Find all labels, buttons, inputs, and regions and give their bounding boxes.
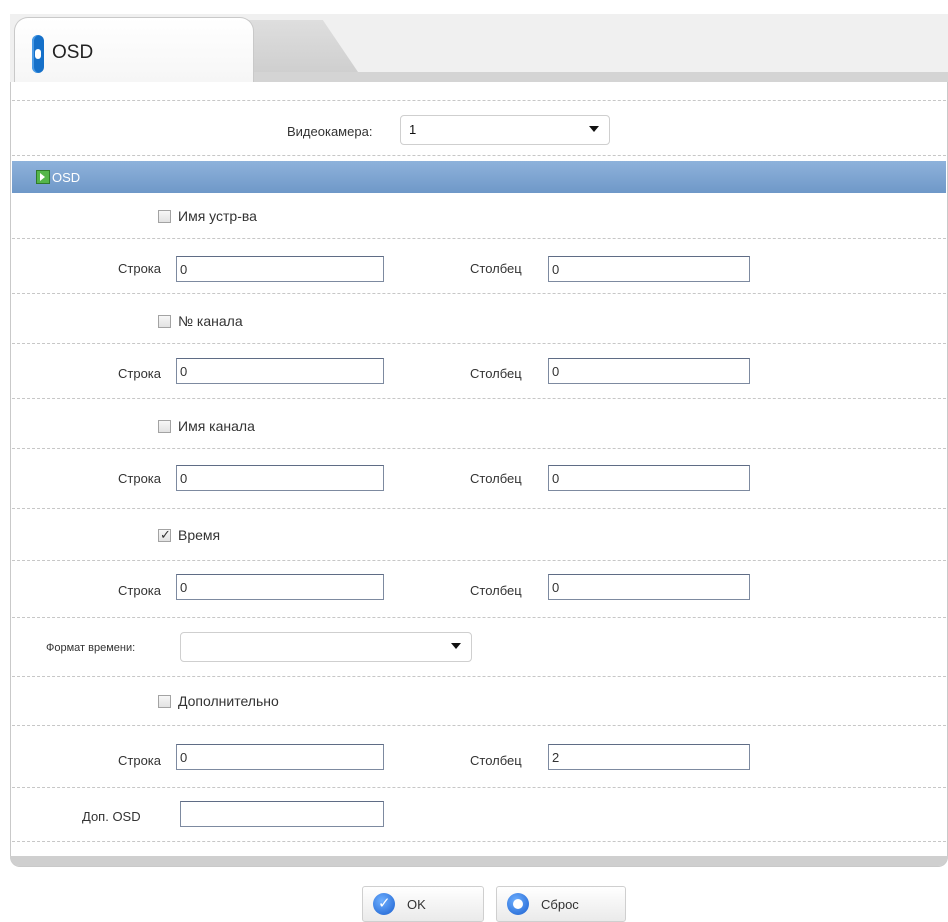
device-name-checkbox-label: Имя устр-ва (178, 208, 257, 224)
extra-checkbox[interactable] (158, 695, 171, 708)
divider (12, 448, 946, 449)
divider (12, 617, 946, 618)
reset-icon (507, 893, 529, 915)
divider (12, 238, 946, 239)
chevron-down-icon (451, 643, 461, 649)
tab-osd[interactable] (14, 17, 254, 82)
panel-footer (10, 856, 948, 866)
time-checkbox[interactable] (158, 527, 171, 543)
channel-number-checkbox[interactable] (158, 315, 171, 328)
divider (12, 100, 946, 101)
row-label: Строка (118, 753, 162, 768)
row-label: Строка (118, 366, 162, 381)
reset-button-label: Сброс (541, 897, 579, 912)
channel-number-row-input[interactable] (176, 358, 384, 384)
channel-name-col-input[interactable] (548, 465, 750, 491)
ok-button-label: OK (407, 897, 426, 912)
divider (12, 155, 946, 156)
divider (12, 787, 946, 788)
tab-pill-icon (32, 35, 44, 73)
divider (12, 343, 946, 344)
extra-col-input[interactable] (548, 744, 750, 770)
section-title: OSD (52, 170, 81, 185)
col-label: Столбец (470, 366, 522, 381)
col-label: Столбец (470, 583, 522, 598)
time-format-label: Формат времени: (46, 642, 136, 654)
camera-label: Видеокамера: (287, 124, 373, 139)
extra-osd-label: Доп. OSD (82, 809, 141, 824)
channel-name-checkbox[interactable] (158, 420, 171, 433)
tab-strip (248, 72, 948, 82)
extra-osd-input[interactable] (180, 801, 384, 827)
row-label: Строка (118, 583, 162, 598)
divider (12, 293, 946, 294)
extra-checkbox-label: Дополнительно (178, 693, 279, 709)
time-format-select[interactable] (180, 632, 472, 662)
reset-button[interactable]: Сброс (496, 886, 626, 922)
device-name-checkbox[interactable] (158, 210, 171, 223)
device-name-col-input[interactable] (548, 256, 750, 282)
camera-select-value: 1 (409, 122, 417, 137)
channel-number-col-input[interactable] (548, 358, 750, 384)
row-label: Строка (118, 471, 162, 486)
tab-osd-label: OSD (52, 42, 94, 63)
divider (12, 841, 946, 842)
check-icon (373, 893, 395, 915)
col-label: Столбец (470, 471, 522, 486)
divider (12, 560, 946, 561)
channel-name-row-input[interactable] (176, 465, 384, 491)
divider (12, 676, 946, 677)
col-label: Столбец (470, 261, 522, 276)
time-row-input[interactable] (176, 574, 384, 600)
chevron-down-icon (589, 126, 599, 132)
divider (12, 398, 946, 399)
col-label: Столбец (470, 753, 522, 768)
row-label: Строка (118, 261, 162, 276)
play-icon (36, 170, 50, 184)
channel-name-checkbox-label: Имя канала (178, 418, 255, 434)
divider (12, 725, 946, 726)
device-name-row-input[interactable] (176, 256, 384, 282)
channel-number-checkbox-label: № канала (178, 313, 243, 329)
ok-button[interactable]: OK (362, 886, 484, 922)
section-header: OSD (12, 161, 946, 193)
time-col-input[interactable] (548, 574, 750, 600)
camera-select[interactable]: 1 (400, 115, 610, 145)
divider (12, 508, 946, 509)
time-checkbox-label: Время (178, 527, 221, 543)
extra-row-input[interactable] (176, 744, 384, 770)
